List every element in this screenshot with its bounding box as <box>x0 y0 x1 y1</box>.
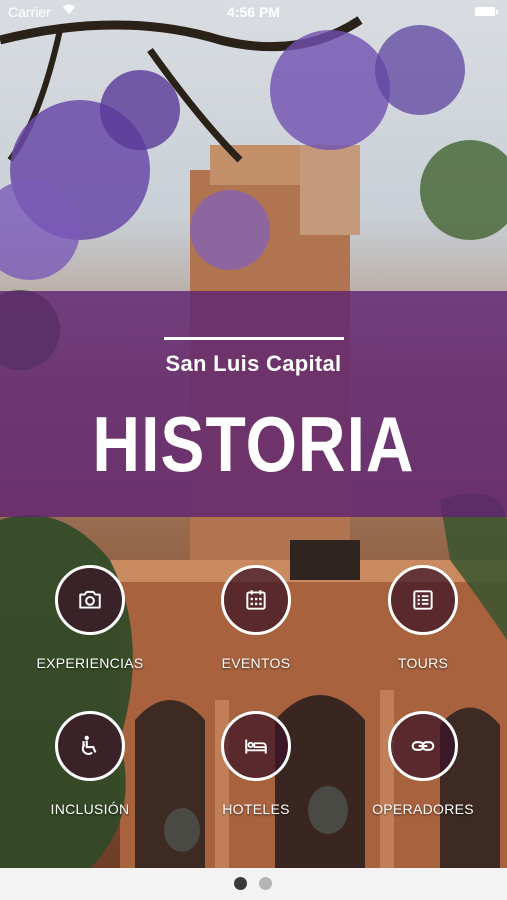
experiencias-button[interactable] <box>55 565 125 635</box>
inclusion-button[interactable] <box>55 711 125 781</box>
title-divider <box>164 337 344 340</box>
menu-item-hoteles[interactable]: HOTELES <box>186 711 326 817</box>
page-dot-2[interactable] <box>259 877 272 890</box>
eventos-button[interactable] <box>221 565 291 635</box>
menu-item-inclusion[interactable]: INCLUSIÓN <box>20 711 160 817</box>
hoteles-button[interactable] <box>221 711 291 781</box>
page-indicator-bar <box>0 868 507 900</box>
battery-icon <box>475 7 498 16</box>
hoteles-label: HOTELES <box>222 801 290 817</box>
menu-item-operadores[interactable]: OPERADORES <box>353 711 493 817</box>
status-bar: Carrier 4:56 PM <box>0 0 507 24</box>
title-band: San Luis Capital HISTORIA <box>0 291 507 517</box>
menu-item-eventos[interactable]: EVENTOS <box>186 565 326 671</box>
operadores-button[interactable] <box>388 711 458 781</box>
app-subtitle: San Luis Capital <box>165 351 342 376</box>
menu-item-experiencias[interactable]: EXPERIENCIAS <box>20 565 160 671</box>
calendar-icon <box>246 590 266 610</box>
experiencias-label: EXPERIENCIAS <box>36 655 144 671</box>
page-title: HISTORIA <box>92 400 415 488</box>
accessibility-icon <box>81 735 97 755</box>
tours-label: TOURS <box>397 655 449 671</box>
menu-item-tours[interactable]: TOURS <box>353 565 493 671</box>
list-icon <box>413 590 433 610</box>
page-dot-1[interactable] <box>234 877 247 890</box>
camera-icon <box>79 590 101 609</box>
tours-button[interactable] <box>388 565 458 635</box>
link-icon <box>411 741 435 751</box>
operadores-label: OPERADORES <box>372 801 474 817</box>
inclusion-label: INCLUSIÓN <box>50 801 130 817</box>
status-time: 4:56 PM <box>227 4 280 20</box>
bed-icon <box>245 739 267 754</box>
eventos-label: EVENTOS <box>221 655 291 671</box>
